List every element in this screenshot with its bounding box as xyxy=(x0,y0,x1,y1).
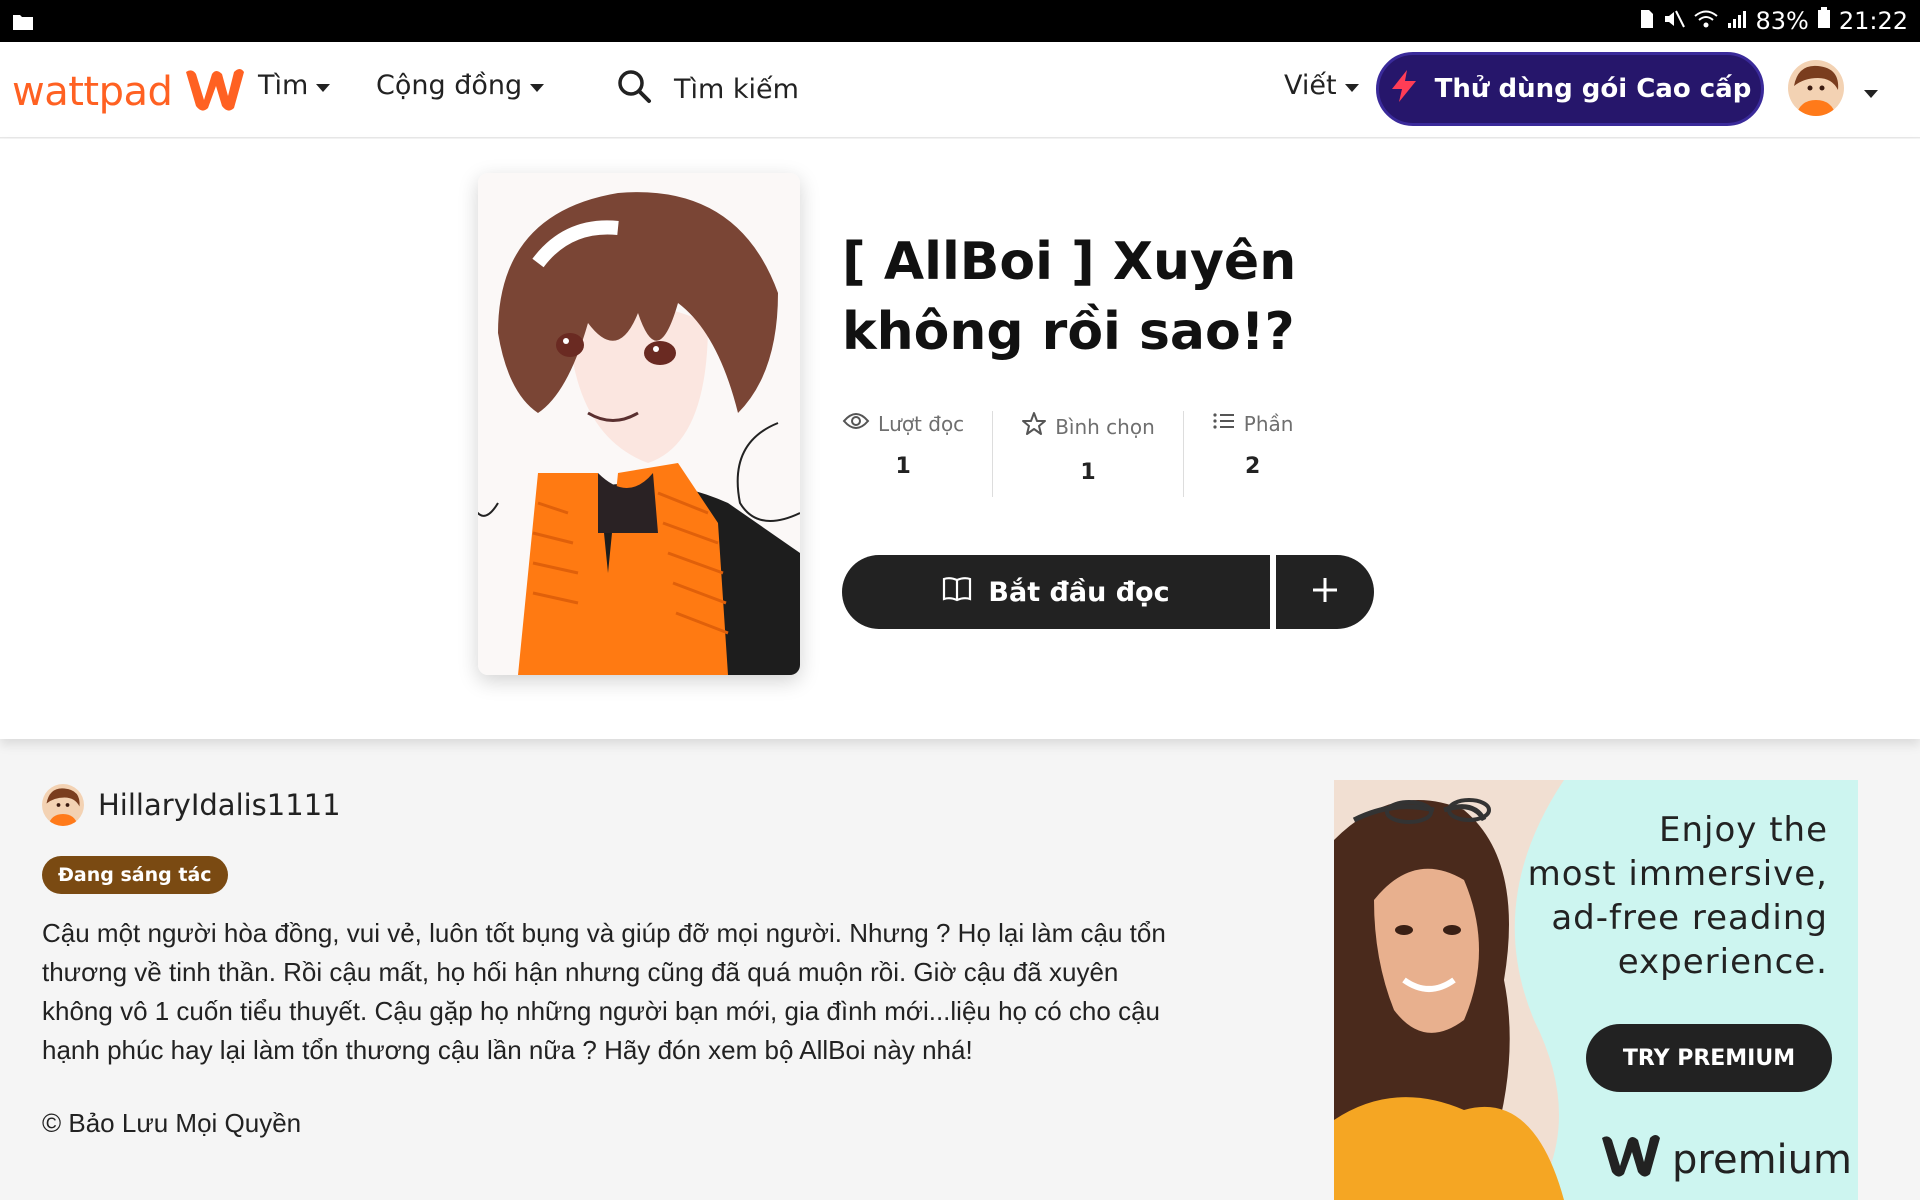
folder-icon xyxy=(12,9,34,37)
author-name: HillaryIdalis1111 xyxy=(98,788,341,822)
eye-icon xyxy=(842,411,870,436)
status-bar: 83% 21:22 xyxy=(0,0,1920,42)
author-link[interactable]: HillaryIdalis1111 xyxy=(42,784,341,826)
community-label: Cộng đồng xyxy=(376,70,523,101)
stat-reads: Lượt đọc 1 xyxy=(842,411,994,497)
ad-brand: premium xyxy=(1596,1130,1852,1190)
ad-line-3: ad-free reading xyxy=(1551,898,1828,938)
ad-line-4: experience. xyxy=(1617,942,1828,982)
clock: 21:22 xyxy=(1838,7,1908,35)
search-box[interactable]: Tìm kiếm xyxy=(616,68,799,111)
start-reading-label: Bắt đầu đọc xyxy=(988,576,1170,608)
stat-reads-label: Lượt đọc xyxy=(878,411,965,436)
chevron-down-icon xyxy=(530,83,545,92)
ad-try-premium-button[interactable]: TRY PREMIUM xyxy=(1586,1024,1832,1092)
user-avatar[interactable] xyxy=(1788,60,1844,116)
battery-icon xyxy=(1817,7,1831,35)
stat-votes-value: 1 xyxy=(1080,460,1096,485)
write-menu[interactable]: Viết xyxy=(1284,70,1359,101)
ad-headline: Enjoy the most immersive, ad-free readin… xyxy=(1528,808,1828,984)
stat-parts-label: Phần xyxy=(1243,411,1294,436)
discover-label: Tìm xyxy=(258,70,309,101)
story-description: Cậu một người hòa đồng, vui vẻ, luôn tốt… xyxy=(42,918,1166,1065)
stat-votes-label: Bình chọn xyxy=(1055,414,1155,439)
community-menu[interactable]: Cộng đồng xyxy=(376,70,545,101)
lightning-icon xyxy=(1389,69,1419,110)
signal-icon xyxy=(1727,7,1747,35)
story-cover-image[interactable] xyxy=(478,173,800,675)
discover-menu[interactable]: Tìm xyxy=(258,70,331,101)
try-premium-button[interactable]: Thử dùng gói Cao cấp xyxy=(1376,52,1764,126)
plus-icon xyxy=(1310,575,1340,610)
stat-votes: Bình chọn 1 xyxy=(993,411,1184,497)
write-label: Viết xyxy=(1284,70,1337,101)
story-header: [ AllBoi ] Xuyên không rồi sao!? Lượt đọ… xyxy=(0,139,1920,739)
search-icon xyxy=(616,68,652,111)
chevron-down-icon xyxy=(1344,83,1359,92)
stat-parts: Phần 2 xyxy=(1184,411,1322,497)
start-reading-button[interactable]: Bắt đầu đọc xyxy=(842,555,1270,629)
wattpad-logo[interactable]: wattpad xyxy=(12,64,248,119)
battery-percent: 83% xyxy=(1755,7,1809,35)
stat-reads-value: 1 xyxy=(895,454,911,479)
logo-text: wattpad xyxy=(12,68,173,115)
premium-ad-banner[interactable]: Enjoy the most immersive, ad-free readin… xyxy=(1334,780,1858,1200)
author-avatar xyxy=(42,784,84,826)
list-icon xyxy=(1212,411,1236,436)
search-label: Tìm kiếm xyxy=(674,74,799,105)
top-nav: wattpad Tìm Cộng đồng Tìm kiếm Viết Thử … xyxy=(0,42,1920,138)
stat-parts-value: 2 xyxy=(1244,454,1261,479)
mute-icon xyxy=(1663,7,1686,35)
sim-icon xyxy=(1639,7,1655,35)
chevron-down-icon xyxy=(316,83,331,92)
wifi-icon xyxy=(1693,7,1719,35)
status-badge: Đang sáng tác xyxy=(42,856,228,894)
chevron-down-icon[interactable] xyxy=(1864,90,1878,98)
book-icon xyxy=(942,576,972,609)
ad-line-2: most immersive, xyxy=(1527,854,1828,894)
copyright-text: © Bảo Lưu Mọi Quyền xyxy=(42,1108,302,1138)
star-icon xyxy=(1021,411,1047,442)
premium-cta-label: Thử dùng gói Cao cấp xyxy=(1434,74,1752,104)
ad-brand-label: premium xyxy=(1672,1137,1852,1183)
story-stats: Lượt đọc 1 Bình chọn 1 Phần 2 xyxy=(842,411,1321,497)
wattpad-w-icon xyxy=(1596,1130,1666,1190)
add-to-library-button[interactable] xyxy=(1276,555,1374,629)
wattpad-w-icon xyxy=(182,64,248,119)
story-title: [ AllBoi ] Xuyên không rồi sao!? xyxy=(842,232,1297,362)
ad-line-1: Enjoy the xyxy=(1658,810,1828,850)
